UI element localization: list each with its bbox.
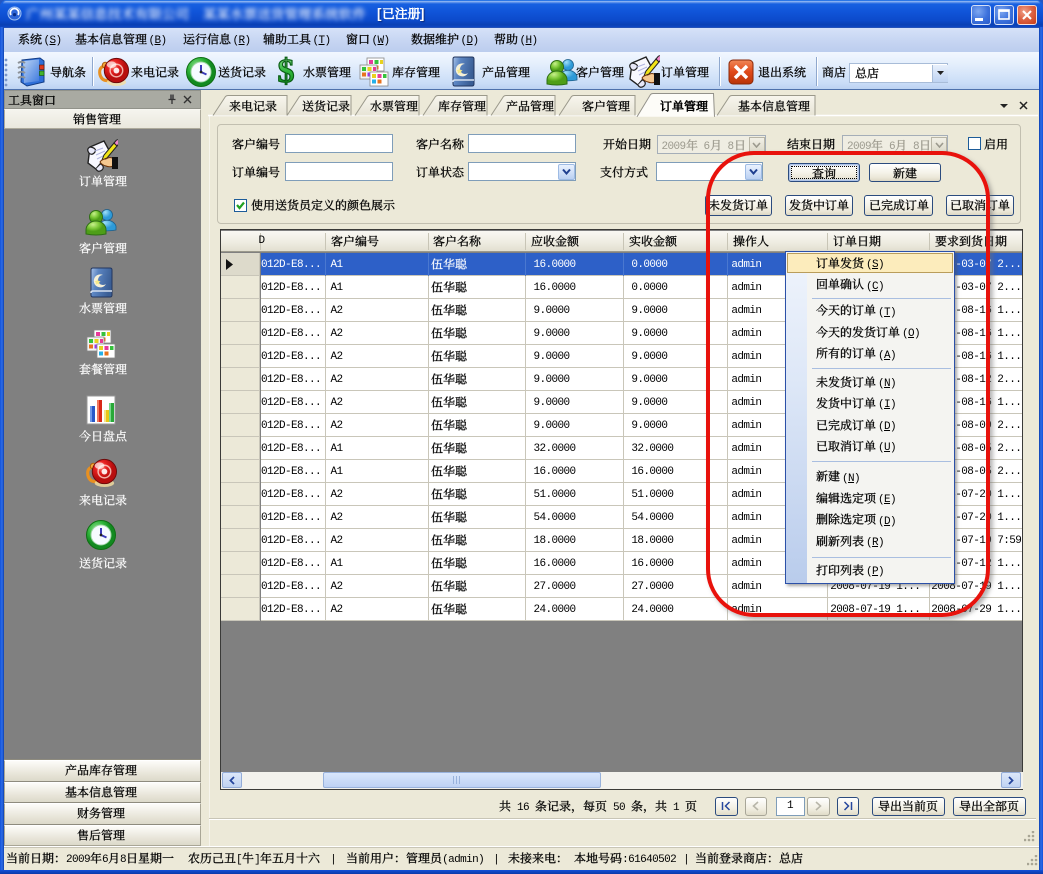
svg-text:$: $ xyxy=(278,55,295,88)
